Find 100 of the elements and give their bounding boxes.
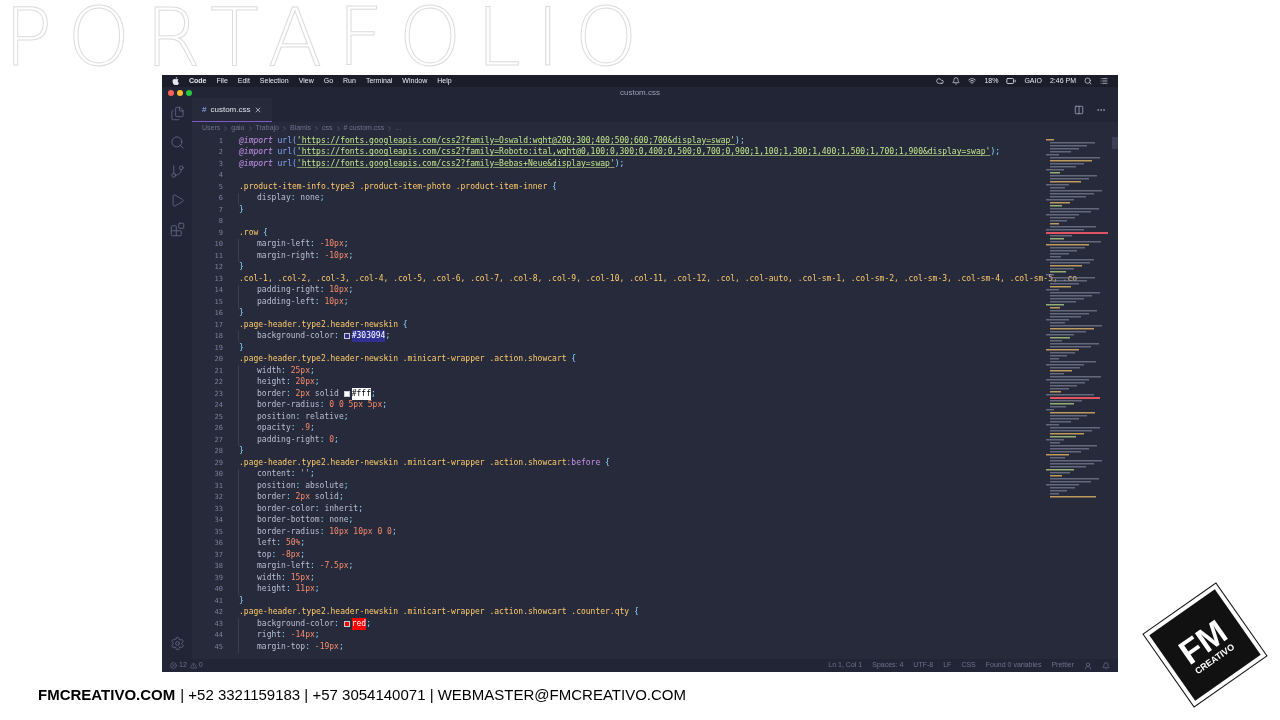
- bell-icon[interactable]: [952, 77, 961, 85]
- code-token: padding-left: [257, 295, 315, 308]
- code-token: }: [239, 341, 244, 354]
- code-token: .product-item-info.type3 .product-item-photo .product-item-inner: [239, 180, 548, 193]
- wifi-icon[interactable]: [968, 77, 977, 85]
- code-token: padding-right: [257, 433, 320, 446]
- split-editor-icon[interactable]: [1074, 105, 1084, 115]
- code-token: ;: [343, 238, 349, 251]
- code-token: position: [257, 479, 296, 492]
- editor-tab[interactable]: # custom.css: [192, 98, 273, 122]
- code-token: ;: [310, 422, 315, 435]
- code-token: .page-header.type2.header-newskin .minicart-wrapper .action.showcart: [239, 456, 567, 469]
- code-token: :: [319, 284, 326, 297]
- code-token: ;: [382, 399, 388, 412]
- code-token: ;: [366, 617, 371, 630]
- code-token: url(: [276, 157, 297, 170]
- code-token: height: [257, 583, 286, 596]
- code-token: height: [257, 376, 286, 389]
- list-icon[interactable]: [1100, 77, 1108, 85]
- code-token: -7.5px: [319, 560, 349, 573]
- code-token: opacity: [257, 422, 291, 435]
- code-token: .row: [239, 226, 259, 239]
- code-token: ;: [385, 330, 391, 343]
- code-token: display: [257, 192, 291, 205]
- search-icon[interactable]: [1084, 77, 1092, 85]
- scrollbar-thumb[interactable]: [1112, 137, 1118, 149]
- footer-contact: | +52 3321159183 | +57 3054140071 | WEBMASTER@FMCREATIVO.COM: [180, 685, 686, 705]
- chevron-icon: [386, 125, 394, 132]
- code-token: :: [290, 192, 297, 205]
- code-token: :before: [566, 456, 601, 469]
- code-token: }: [239, 261, 244, 274]
- chevron-icon: [246, 125, 254, 132]
- code-token: 10px: [329, 284, 349, 297]
- code-token: none: [300, 192, 320, 205]
- settings-icon[interactable]: [169, 636, 185, 651]
- code-token: :: [281, 571, 287, 584]
- files-icon[interactable]: [169, 106, 185, 121]
- window-title: custom.css: [620, 88, 660, 97]
- minimize-window-button[interactable]: [177, 89, 183, 96]
- code-token: margin-left: [257, 238, 310, 251]
- code-token: '': [300, 468, 310, 481]
- code-token: ;: [314, 376, 320, 389]
- close-icon[interactable]: [254, 105, 263, 114]
- code-token: :: [319, 525, 326, 538]
- code-token: {: [570, 353, 577, 366]
- code-token: :: [334, 617, 340, 630]
- code-token: :: [290, 422, 297, 435]
- code-token: {: [262, 226, 268, 239]
- code-token: ;: [348, 249, 354, 262]
- code-token: :: [319, 514, 326, 527]
- code-token: 2px: [295, 491, 310, 504]
- run-icon[interactable]: [169, 193, 185, 208]
- code-token: ;: [314, 629, 320, 642]
- branch-icon[interactable]: [169, 164, 185, 179]
- code-token: :: [285, 387, 292, 400]
- code-token: );: [614, 157, 625, 170]
- code-token: ;: [358, 502, 363, 515]
- code-token: ;: [343, 295, 349, 308]
- code-token: margin-right: [257, 249, 315, 262]
- code-token: .col-1, .col-2, .col-3, .col-4, .col-5, .col-6, .col-7, .col-8, .col-9, .col-10, .col-11, .col-12, .col, .col-auto, .col-sm-1, .col-sm-2, .col-sm-3, .col-sm-4, .col-sm-5, .co: [239, 272, 1078, 285]
- code-token: }: [239, 203, 244, 216]
- extensions-icon[interactable]: [169, 222, 185, 237]
- footer-brand: FMCREATIVO.COM: [38, 685, 176, 705]
- code-token: content: [257, 468, 291, 481]
- code-token: 'https://fonts.googleapis.com/css2?family=Oswald:wght@200;300;400;500;600;700&display=swap': [296, 134, 736, 147]
- code-token: }: [239, 445, 244, 458]
- code-token: :: [285, 583, 292, 596]
- code-token: 'https://fonts.googleapis.com/css2?family=Bebas+Neue&display=swap': [296, 157, 615, 170]
- code-token: ;: [310, 468, 315, 481]
- person-icon[interactable]: [1084, 661, 1092, 670]
- code-token: 2px: [295, 387, 310, 400]
- code-token: padding-right: [257, 284, 320, 297]
- code-token: 15px: [290, 571, 310, 584]
- code-token: top: [257, 548, 272, 561]
- code-token: ;: [314, 583, 320, 596]
- code-token: ;: [343, 479, 349, 492]
- apple-icon: [172, 77, 179, 85]
- code-token: {: [604, 456, 610, 469]
- error-icon[interactable]: [170, 662, 177, 669]
- cloud-icon[interactable]: [936, 77, 945, 85]
- code-token: border-color: [257, 502, 315, 515]
- code-token: .page-header.type2.header-newskin .minicart-wrapper .action.showcart: [239, 353, 567, 366]
- code-token: :: [319, 399, 326, 412]
- tab-file-icon: #: [202, 103, 207, 116]
- zoom-window-button[interactable]: [186, 89, 192, 96]
- code-token: }: [239, 594, 244, 607]
- battery-icon[interactable]: [1006, 76, 1017, 86]
- code-token: relative: [305, 410, 344, 423]
- close-window-button[interactable]: [168, 89, 174, 96]
- code-token: @import: [239, 146, 273, 159]
- code-token: :: [281, 629, 287, 642]
- warning-icon[interactable]: [189, 662, 197, 669]
- code-token: solid: [313, 387, 340, 400]
- code-token: 11px: [295, 583, 315, 596]
- code-token: 10px: [324, 295, 344, 308]
- code-token: :: [319, 433, 326, 446]
- code-token: ;: [338, 491, 344, 504]
- code-token: @import: [239, 157, 273, 170]
- code-token: -10px: [324, 249, 349, 262]
- code-token: :: [314, 249, 321, 262]
